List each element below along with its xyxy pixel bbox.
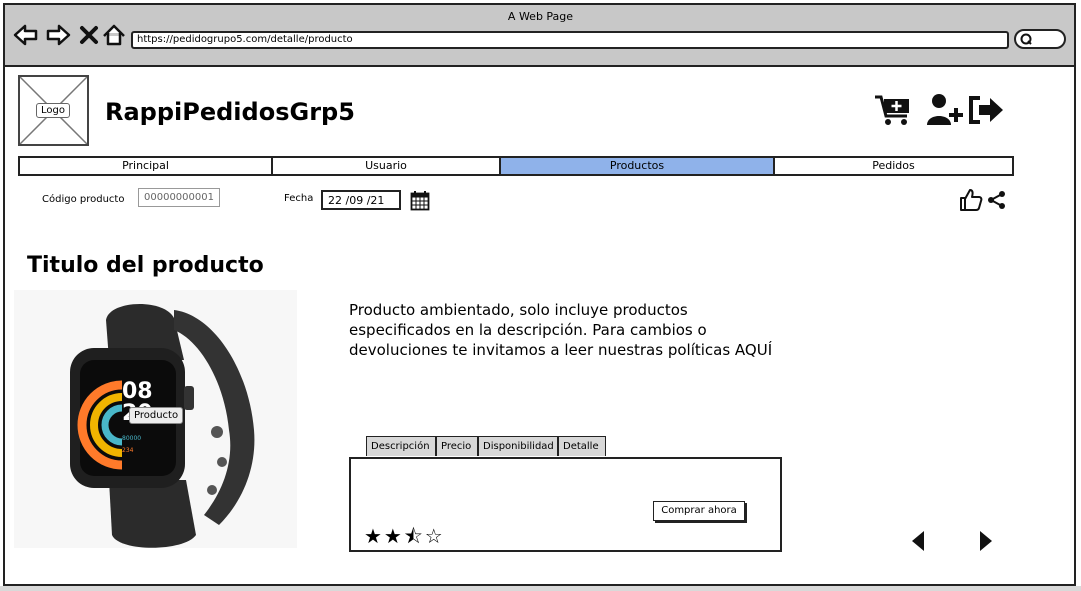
close-icon[interactable] xyxy=(76,22,102,48)
address-bar[interactable]: https://pedidogrupo5.com/detalle/product… xyxy=(131,31,1009,49)
add-user-icon[interactable] xyxy=(925,92,967,128)
tab-principal[interactable]: Principal xyxy=(20,158,273,174)
bottom-scroll-track xyxy=(0,586,1081,591)
tab-usuario[interactable]: Usuario xyxy=(273,158,501,174)
home-icon[interactable] xyxy=(101,22,127,48)
calendar-icon[interactable] xyxy=(410,190,430,211)
sign-out-icon[interactable] xyxy=(966,92,1008,128)
product-image-label: Producto xyxy=(129,407,184,424)
thumbs-up-icon[interactable] xyxy=(958,187,983,212)
date-field[interactable]: 22 /09 /21 xyxy=(321,190,401,210)
tab-precio[interactable]: Precio xyxy=(436,436,478,456)
brand-title: RappiPedidosGrp5 xyxy=(105,98,355,126)
caret-right-icon[interactable] xyxy=(978,530,994,552)
tab-descripcion[interactable]: Descripción xyxy=(366,436,436,456)
rating-stars[interactable]: ★★⯪☆ xyxy=(364,524,445,548)
window-title: A Web Page xyxy=(507,10,574,23)
browser-search-box[interactable] xyxy=(1014,29,1066,49)
search-icon xyxy=(1020,33,1032,45)
tab-disponibilidad[interactable]: Disponibilidad xyxy=(478,436,558,456)
product-description: Producto ambientado, solo incluye produc… xyxy=(349,301,773,359)
date-label: Fecha xyxy=(284,193,314,204)
svg-text:80000: 80000 xyxy=(122,435,141,442)
tab-pedidos[interactable]: Pedidos xyxy=(775,158,1012,174)
back-arrow-icon[interactable] xyxy=(13,22,39,48)
main-nav: Principal Usuario Productos Pedidos xyxy=(18,156,1014,176)
tab-detalle[interactable]: Detalle xyxy=(558,436,606,456)
tab-productos[interactable]: Productos xyxy=(501,158,775,174)
caret-left-icon[interactable] xyxy=(910,530,926,552)
product-title: Titulo del producto xyxy=(27,253,264,278)
product-code-field[interactable]: 00000000001 xyxy=(138,188,220,207)
code-label: Código producto xyxy=(42,194,125,205)
logo-label: Logo xyxy=(36,103,70,118)
buy-now-button[interactable]: Comprar ahora xyxy=(653,501,745,521)
share-icon[interactable] xyxy=(987,190,1007,210)
cart-add-icon[interactable] xyxy=(873,92,915,128)
forward-arrow-icon[interactable] xyxy=(45,22,71,48)
svg-text:234: 234 xyxy=(122,447,134,454)
